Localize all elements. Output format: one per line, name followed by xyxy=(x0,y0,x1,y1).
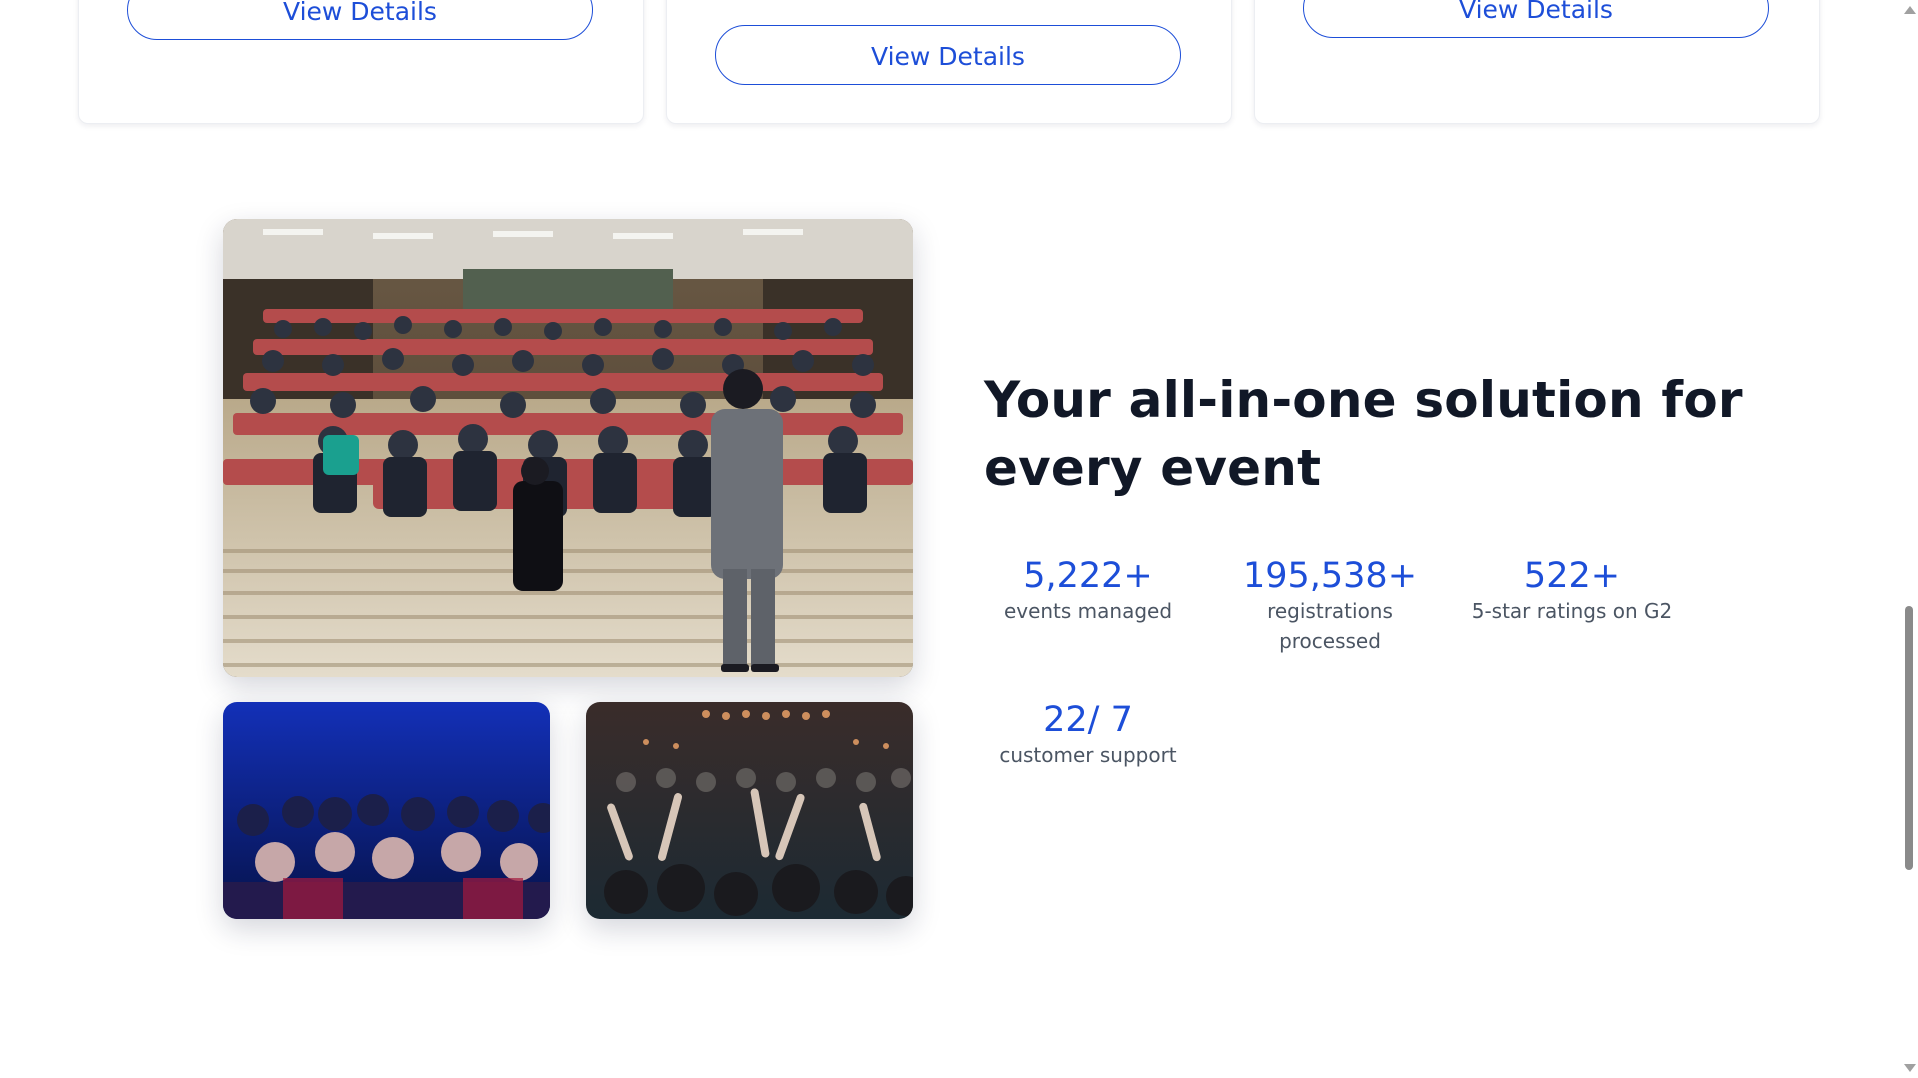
event-card-2: View Details xyxy=(666,0,1232,124)
stat-number: 522+ xyxy=(1523,556,1621,596)
vertical-scrollbar[interactable] xyxy=(1900,0,1918,1078)
view-details-button-2[interactable]: View Details xyxy=(715,25,1181,85)
stat-label: customer support xyxy=(999,743,1177,767)
stat-number: 22/ 7 xyxy=(1043,700,1133,740)
scroll-down-arrow-icon[interactable] xyxy=(1904,1064,1916,1072)
stat-label: events managed xyxy=(1003,599,1173,623)
concert-crowd-image xyxy=(586,702,913,919)
view-details-button-3[interactable]: View Details xyxy=(1303,0,1769,38)
conference-hall-image xyxy=(223,219,913,677)
page: View Details View Details View Details Y… xyxy=(0,0,1918,1078)
scroll-up-arrow-icon[interactable] xyxy=(1904,6,1916,14)
stat-g2-ratings: 522+ 5-star ratings on G2 xyxy=(1457,556,1687,626)
stat-label: 5-star ratings on G2 xyxy=(1471,599,1673,623)
stat-number: 5,222+ xyxy=(1023,556,1153,596)
stat-registrations-processed: 195,538+ registrations processed xyxy=(1215,556,1445,656)
event-card-3: View Details xyxy=(1254,0,1820,124)
stat-events-managed: 5,222+ events managed xyxy=(973,556,1203,626)
view-details-button-1[interactable]: View Details xyxy=(127,0,593,40)
audience-blue-image xyxy=(223,702,550,919)
feature-headline: Your all-in-one solution for every event xyxy=(984,371,1743,497)
event-card-1: View Details xyxy=(78,0,644,124)
stat-label: registrations processed xyxy=(1267,599,1393,653)
scrollbar-thumb[interactable] xyxy=(1905,606,1913,870)
stat-number: 195,538+ xyxy=(1242,556,1418,596)
stat-customer-support: 22/ 7 customer support xyxy=(973,700,1203,770)
